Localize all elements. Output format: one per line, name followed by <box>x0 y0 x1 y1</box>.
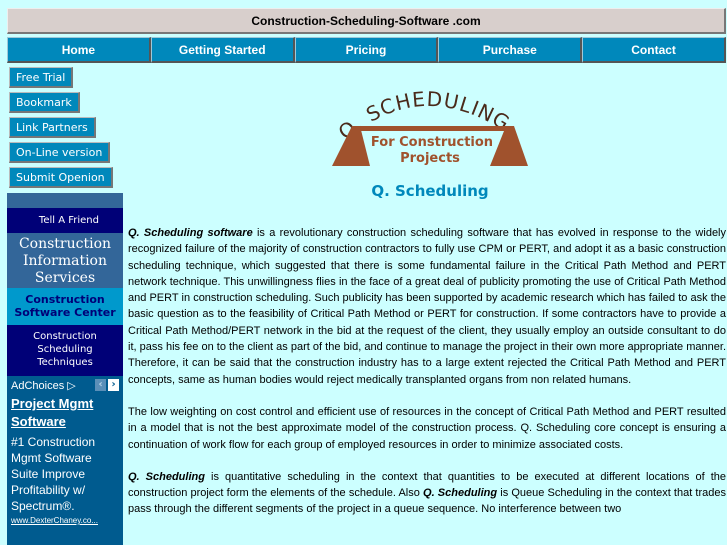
main-content: Q. Scheduling software is a revolutionar… <box>128 225 726 534</box>
paragraph-lead: Q. Scheduling <box>128 470 205 483</box>
nav-pricing[interactable]: Pricing <box>294 37 439 63</box>
cst-line: Techniques <box>37 357 93 368</box>
construction-software-center-link[interactable]: Construction Software Center <box>7 288 123 325</box>
submit-opinion-button[interactable]: Submit Openion <box>9 167 113 188</box>
chevron-right-icon[interactable]: › <box>108 379 119 391</box>
paragraph: The low weighting on cost control and ef… <box>128 404 726 453</box>
logo-right-pillar <box>490 126 528 166</box>
nav-home[interactable]: Home <box>7 37 151 63</box>
construction-scheduling-techniques-link[interactable]: Construction Scheduling Techniques <box>7 325 123 376</box>
ad-panel: AdChoices ▷ ‹ › Project Mgmt Software #1… <box>7 376 123 545</box>
construction-information-services-link[interactable]: Construction Information Services <box>7 233 123 288</box>
chevron-left-icon[interactable]: ‹ <box>95 379 106 391</box>
paragraph-lead: Q. Scheduling software <box>128 227 253 239</box>
nav-contact[interactable]: Contact <box>582 37 726 63</box>
top-nav: Home Getting Started Pricing Purchase Co… <box>7 37 726 63</box>
cst-line: Construction <box>33 331 97 342</box>
cis-line: Construction <box>18 236 112 252</box>
page-heading: Q. Scheduling <box>371 182 489 200</box>
free-trial-button[interactable]: Free Trial <box>9 67 74 88</box>
nav-purchase[interactable]: Purchase <box>438 37 583 63</box>
logo-line1: For Construction <box>371 135 493 150</box>
ad-title-link[interactable]: Project Mgmt Software <box>11 395 119 431</box>
logo-beam <box>352 126 512 131</box>
csc-line: Software Center <box>14 306 116 319</box>
online-version-button[interactable]: On-Line version <box>9 142 111 163</box>
cst-line: Scheduling <box>37 344 93 355</box>
paragraph-lead: Q. Scheduling <box>423 487 498 500</box>
site-title: Construction-Scheduling-Software .com <box>7 8 726 34</box>
nav-getting-started[interactable]: Getting Started <box>150 37 295 63</box>
ad-nav: ‹ › <box>95 379 119 391</box>
ad-choices-link[interactable]: AdChoices ▷ <box>11 379 76 392</box>
paragraph: Q. Scheduling is quantitative scheduling… <box>128 469 726 518</box>
csc-line: Construction <box>25 293 105 306</box>
cis-line: Services <box>34 270 96 286</box>
cis-line: Information <box>22 253 108 269</box>
ad-header: AdChoices ▷ ‹ › <box>11 378 119 392</box>
paragraph-text: The low weighting on cost control and ef… <box>128 405 726 451</box>
q-scheduling-logo: Q. SCHEDULING For Construction Projects <box>332 87 528 166</box>
ad-body: #1 Construction Mgmt Software Suite Impr… <box>11 435 96 513</box>
paragraph-text: is a revolutionary construction scheduli… <box>128 227 727 386</box>
paragraph: Q. Scheduling software is a revolutionar… <box>128 225 726 388</box>
link-partners-button[interactable]: Link Partners <box>9 117 96 138</box>
ad-url-link[interactable]: www.DexterChaney.co... <box>11 516 119 525</box>
bookmark-button[interactable]: Bookmark <box>9 92 80 113</box>
tell-a-friend-link[interactable]: Tell A Friend <box>7 208 123 233</box>
logo-line2: Projects <box>400 151 460 166</box>
